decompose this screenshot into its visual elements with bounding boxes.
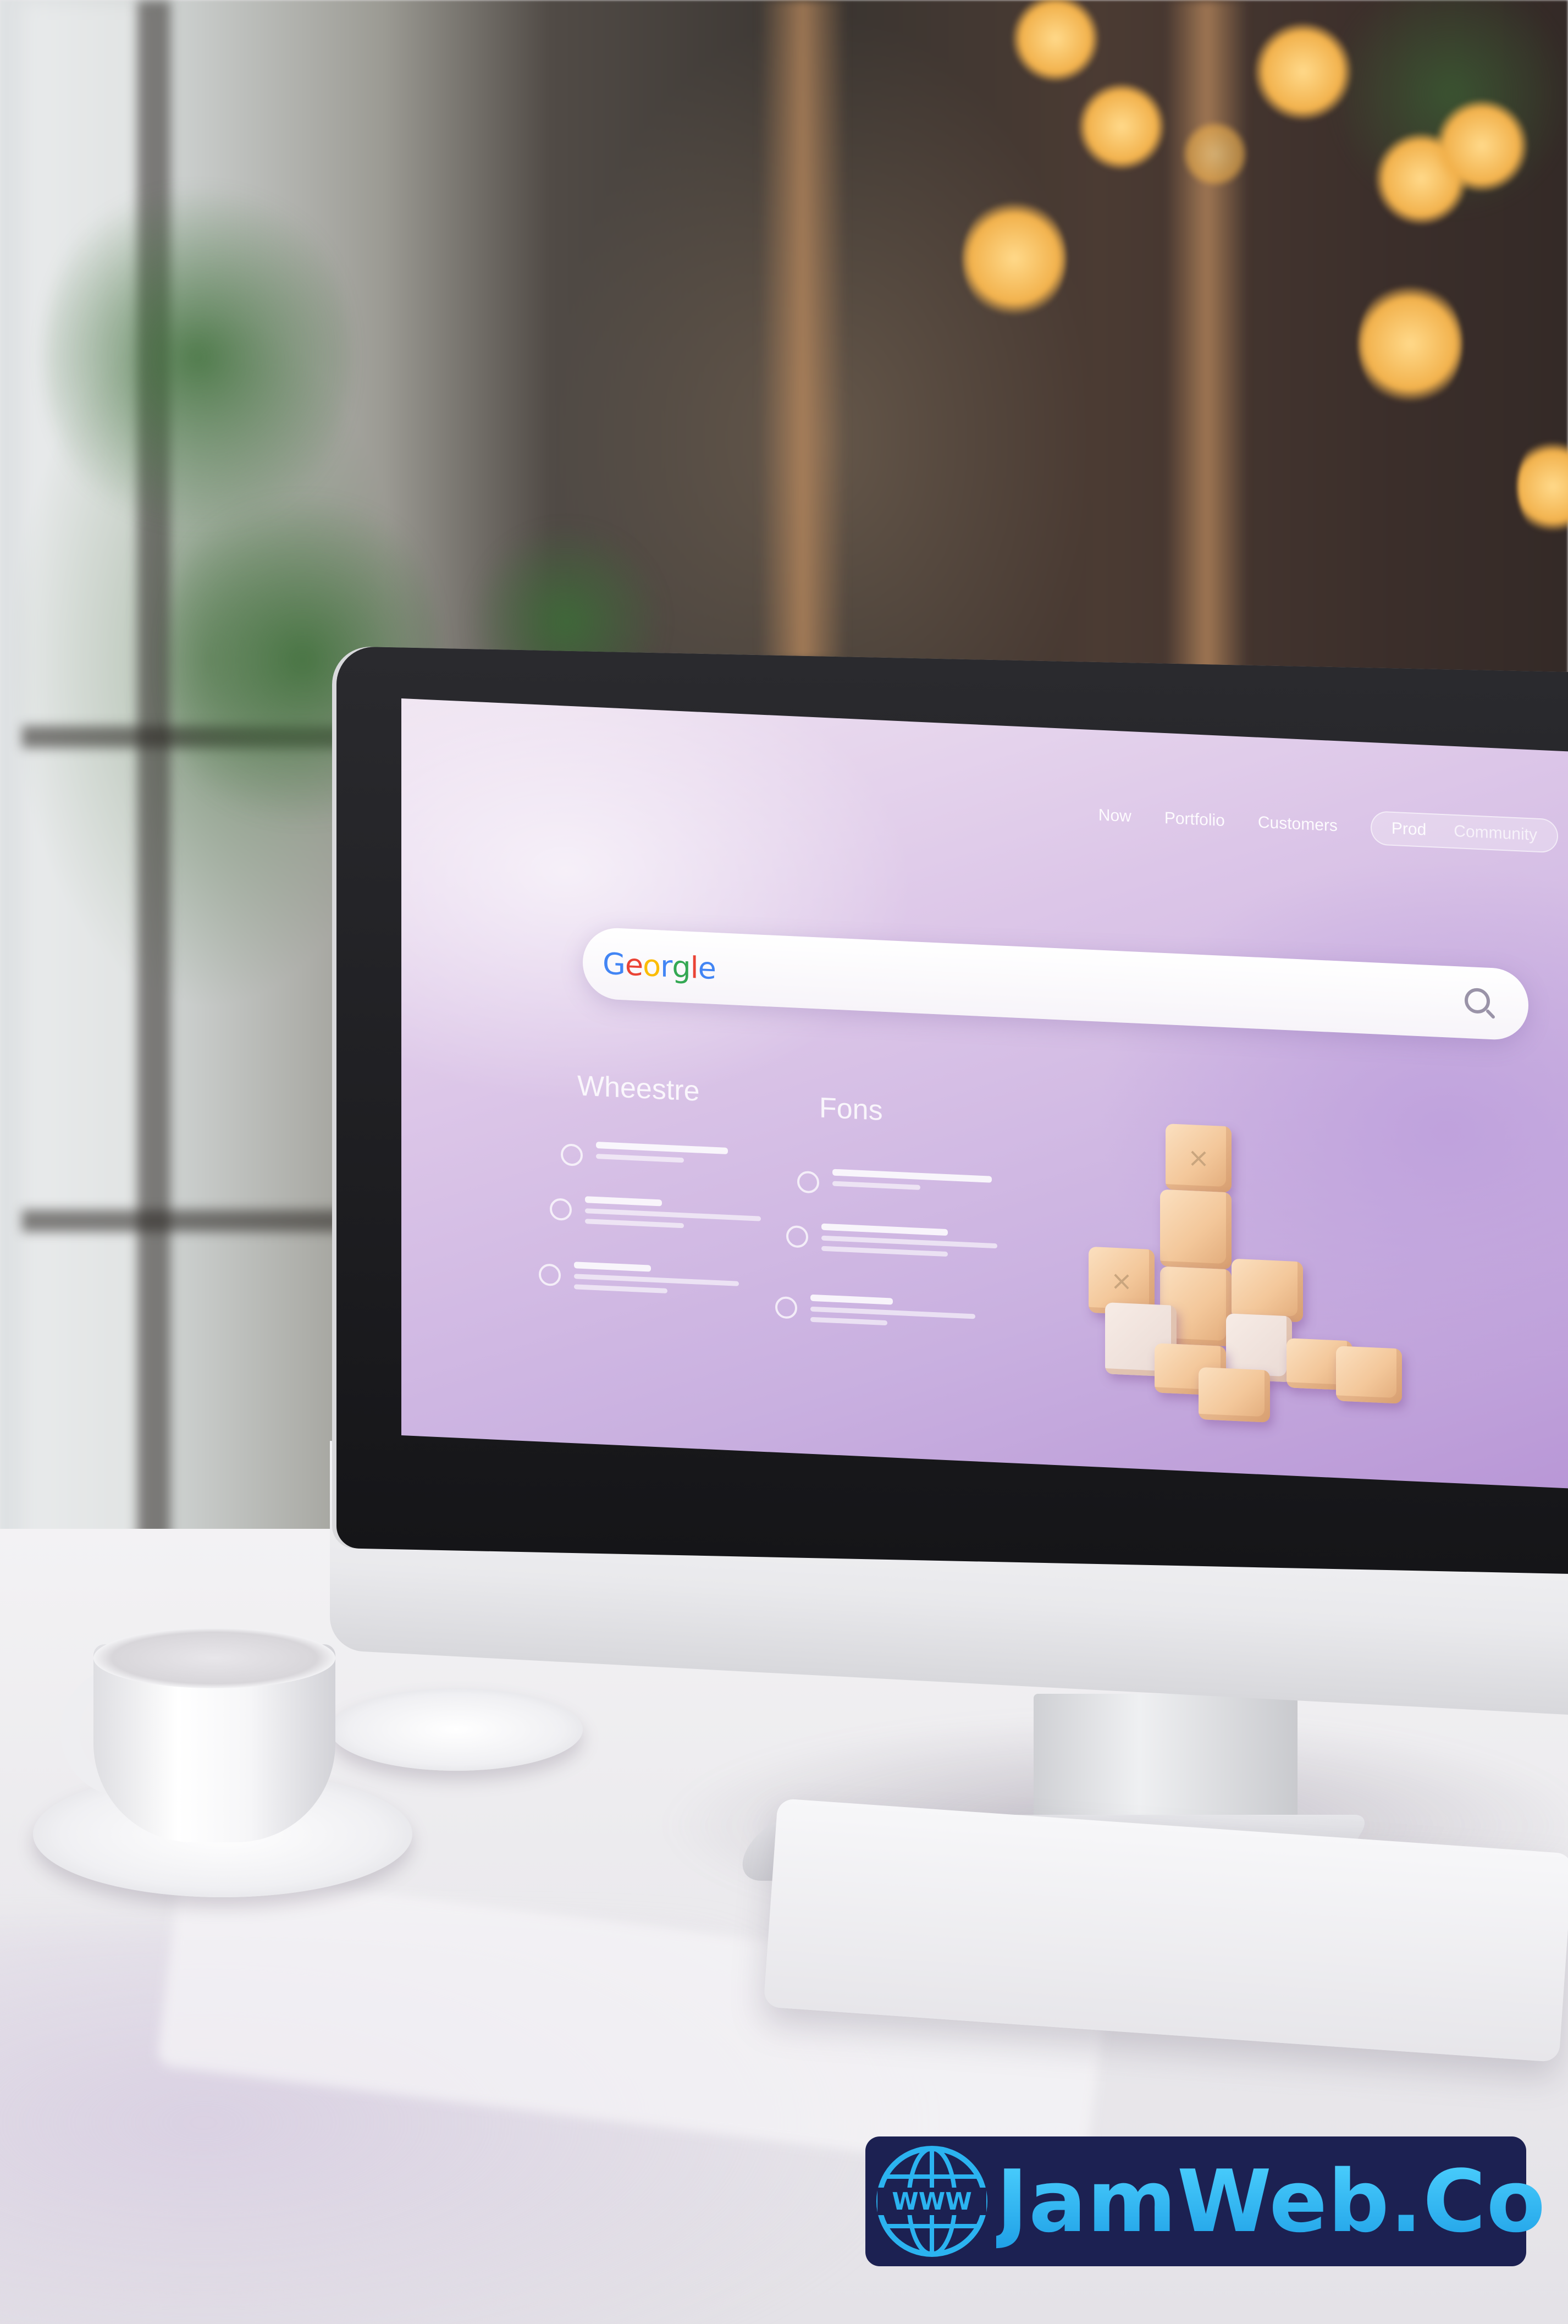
small-plate	[330, 1688, 583, 1771]
wood-beam	[1166, 0, 1248, 715]
list-item[interactable]	[561, 1140, 728, 1173]
bokeh-light	[1182, 121, 1248, 187]
brand-name: JamWeb.Co	[996, 2151, 1546, 2251]
edit-icon	[539, 1263, 561, 1287]
search-bar[interactable]: Georgle	[583, 926, 1528, 1042]
nav-pill[interactable]: Prod Community	[1370, 811, 1558, 853]
bokeh-light	[1435, 99, 1528, 192]
logo-letter: r	[660, 948, 672, 984]
bokeh-light	[1254, 22, 1352, 121]
logo-letter: o	[643, 948, 661, 983]
nav-pill-item[interactable]: Community	[1454, 822, 1537, 845]
list-item[interactable]	[539, 1260, 739, 1297]
search-logo: Georgle	[603, 946, 716, 985]
logo-letter: e	[625, 946, 643, 983]
block	[1199, 1367, 1270, 1423]
logo-letter: G	[603, 946, 625, 982]
brand-badge: WWW JamWeb.Co	[865, 2136, 1545, 2266]
list-item[interactable]	[550, 1194, 761, 1231]
nav-item[interactable]: Now	[1098, 806, 1131, 827]
globe-text: WWW	[892, 2188, 972, 2216]
wood-beam	[759, 0, 847, 660]
monitor-screen: Now Portfolio Customers Prod Community G…	[401, 698, 1568, 1490]
screen-nav: Now Portfolio Customers Prod Community	[1098, 796, 1568, 858]
bokeh-light	[1358, 280, 1462, 407]
clock-icon	[561, 1143, 583, 1166]
nav-pill-item[interactable]: Prod	[1392, 819, 1426, 840]
shield-icon	[775, 1296, 797, 1319]
bokeh-light	[962, 198, 1067, 319]
logo-letter: l	[690, 950, 698, 985]
list-item[interactable]	[797, 1167, 992, 1202]
block	[1160, 1189, 1232, 1270]
chat-icon	[786, 1225, 808, 1248]
list-item[interactable]	[786, 1222, 997, 1259]
cup-rim	[93, 1628, 335, 1688]
nav-item[interactable]: Portfolio	[1164, 809, 1225, 830]
bokeh-light	[1078, 82, 1166, 170]
logo-letter: e	[698, 950, 716, 986]
globe-icon	[550, 1198, 572, 1221]
settings-icon	[797, 1170, 819, 1194]
column-title: Fons	[819, 1092, 883, 1127]
logo-letter: g	[672, 949, 691, 985]
globe-icon: WWW	[874, 2144, 990, 2259]
block-illustration: × ×	[1089, 1115, 1402, 1436]
list-item[interactable]	[775, 1293, 975, 1330]
block: ×	[1166, 1124, 1232, 1193]
search-icon[interactable]	[1465, 987, 1490, 1014]
photo-scene: Now Portfolio Customers Prod Community G…	[0, 0, 1568, 2324]
block	[1232, 1258, 1303, 1323]
nav-item[interactable]: Customers	[1258, 813, 1338, 836]
block	[1336, 1346, 1402, 1404]
column-title: Wheestre	[577, 1070, 700, 1108]
